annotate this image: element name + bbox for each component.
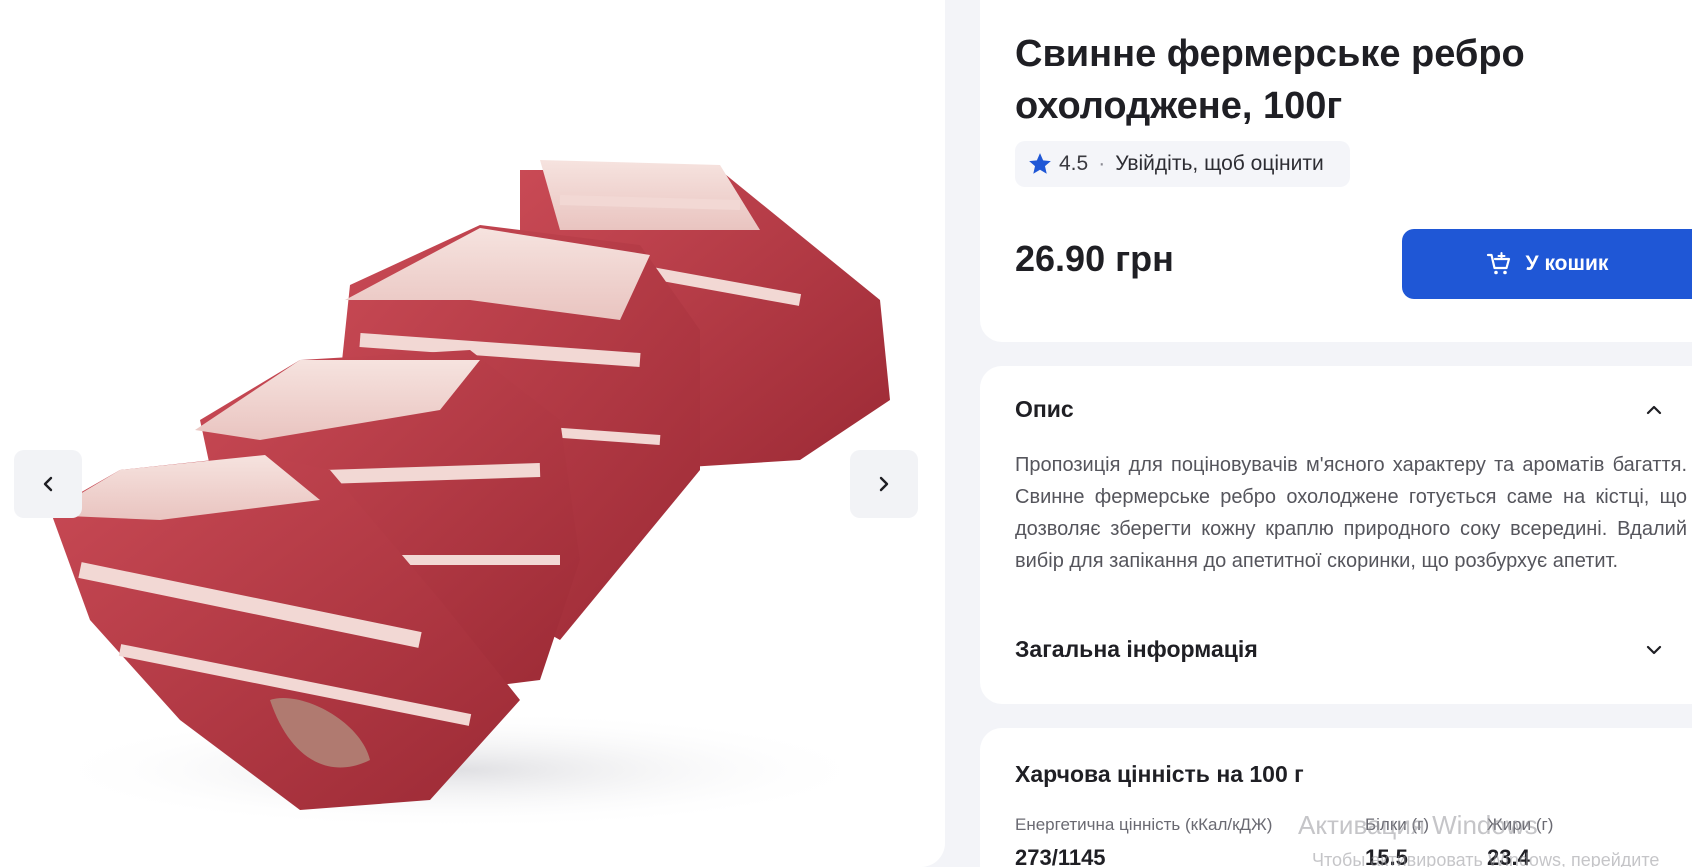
general-info-heading: Загальна інформація: [1015, 636, 1258, 662]
description-toggle[interactable]: Опис: [1015, 396, 1665, 423]
product-photo: [40, 160, 890, 830]
rating-badge: 4.5 · Увійдіть, щоб оцінити: [1015, 141, 1350, 187]
product-title: Свинне фермерське ребро охолоджене, 100г: [1015, 33, 1525, 127]
nutrition-energy: Енергетична цінність (кКал/кДЖ) 273/1145: [1015, 815, 1272, 867]
chevron-up-icon: [1646, 405, 1662, 414]
add-to-cart-button[interactable]: У кошик: [1402, 229, 1692, 299]
product-summary-card: Свинне фермерське ребро охолоджене, 100г…: [980, 0, 1692, 342]
rating-separator: ·: [1098, 152, 1106, 175]
chevron-right-icon: [879, 476, 889, 492]
description-heading: Опис: [1015, 396, 1074, 422]
description-text: Пропозиція для поціновувачів м'ясного ха…: [1015, 454, 1687, 572]
login-to-rate-link[interactable]: Увійдіть, щоб оцінити: [1115, 152, 1324, 176]
nutrition-value: 273/1145: [1015, 845, 1106, 867]
cart-add-icon: [1486, 252, 1510, 275]
general-info-toggle[interactable]: Загальна інформація: [1015, 636, 1665, 663]
gallery-next-button[interactable]: [850, 450, 918, 518]
nutrition-label: Енергетична цінність (кКал/кДЖ): [1015, 815, 1273, 834]
chevron-down-icon: [1646, 645, 1662, 654]
product-price: 26.90 грн: [1015, 238, 1174, 279]
rating-value: 4.5: [1059, 152, 1089, 175]
gallery-prev-button[interactable]: [14, 450, 82, 518]
windows-activation-watermark: Активация Windows: [1298, 810, 1538, 840]
product-gallery: [0, 0, 945, 867]
chevron-left-icon: [43, 476, 53, 492]
nutrition-heading: Харчова цінність на 100 г: [1015, 761, 1304, 787]
add-to-cart-label: У кошик: [1525, 252, 1609, 275]
windows-activation-hint: Чтобы активировать Windows, перейдите: [1312, 850, 1660, 867]
star-icon: [1029, 153, 1051, 174]
